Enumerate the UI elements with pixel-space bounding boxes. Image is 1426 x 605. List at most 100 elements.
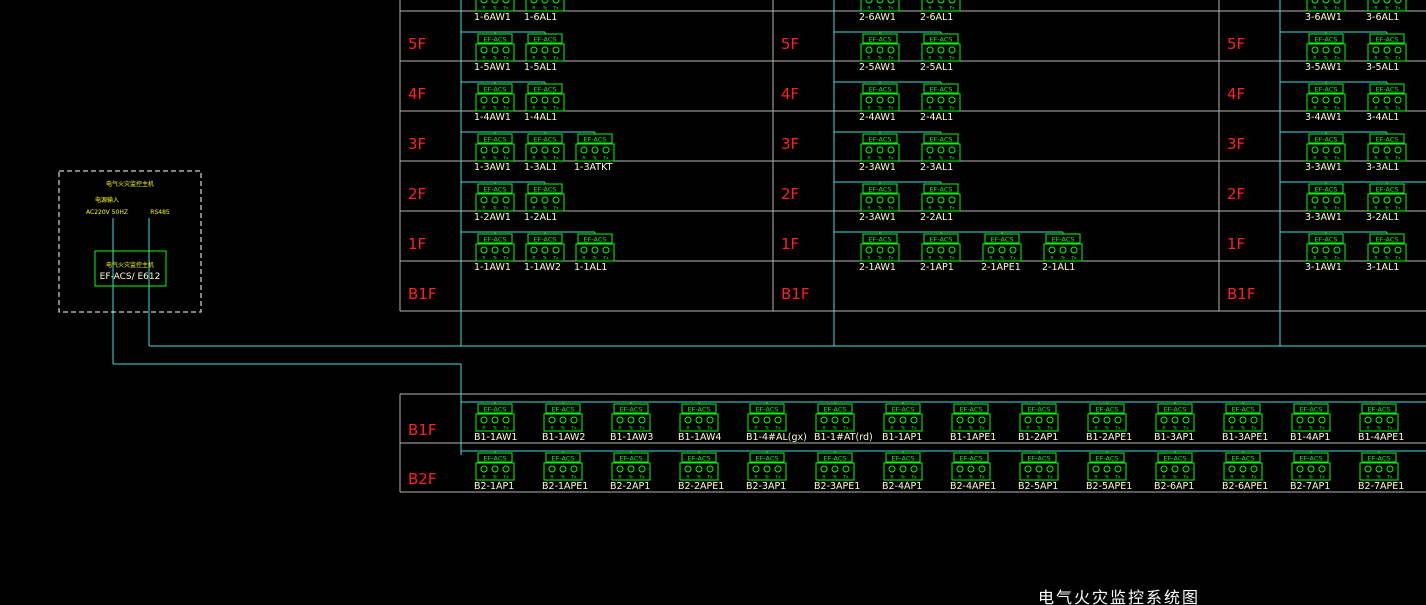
module-label: EF-ACS xyxy=(1375,186,1398,194)
module-pin-label: Tc xyxy=(1036,426,1042,432)
module-pin-label: R xyxy=(1298,426,1301,432)
module-label: EF-ACS xyxy=(1299,455,1322,463)
module-label: EF-ACS xyxy=(619,455,642,463)
module-pin-label: Tx xyxy=(1070,256,1077,262)
module-pin-label: Tx xyxy=(910,426,917,432)
module-pin-label: Tx xyxy=(887,156,894,162)
module-label: EF-ACS xyxy=(1314,36,1337,44)
module-pin-label: Tc xyxy=(938,56,944,62)
node-label: 2-6AW1 xyxy=(859,12,896,23)
module-label: EF-ACS xyxy=(929,136,952,144)
module-pin-label: Tx xyxy=(552,56,559,62)
module-pin-label: Tx xyxy=(1318,475,1325,481)
module-label: EF-ACS xyxy=(1163,406,1186,414)
module-pin-label: R xyxy=(1313,156,1316,162)
node-label: 1-6AL1 xyxy=(524,12,557,23)
node-label: B2-4APE1 xyxy=(950,481,996,492)
module-pin-label: Tx xyxy=(1333,56,1340,62)
node-label: 2-3AL1 xyxy=(920,162,953,173)
node-label: 3-6AW1 xyxy=(1305,12,1342,23)
module-pin-label: Tc xyxy=(492,256,498,262)
module-pin-label: Tx xyxy=(1250,426,1257,432)
node-label: B1-1AW3 xyxy=(610,432,653,443)
module-pin-label: Tx xyxy=(502,256,509,262)
module-label: EF-ACS xyxy=(1375,236,1398,244)
module-pin-label: Tx xyxy=(774,426,781,432)
module-pin-label: R xyxy=(532,206,535,212)
node-label: B1-4AP1 xyxy=(1290,432,1330,443)
module-pin-label: R xyxy=(1094,475,1097,481)
host-bus-label: RS485 xyxy=(150,209,170,216)
node-label: 2-1APE1 xyxy=(981,262,1021,273)
module-pin-label: Tx xyxy=(638,426,645,432)
node-label: B2-7APE1 xyxy=(1358,481,1404,492)
module-pin-label: R xyxy=(890,426,893,432)
module-pin-label: Tc xyxy=(900,426,906,432)
module-pin-label: Tx xyxy=(910,475,917,481)
module-pin-label: R xyxy=(1366,475,1369,481)
module-pin-label: Tc xyxy=(764,426,770,432)
module-pin-label: Tx xyxy=(552,256,559,262)
module-pin-label: Tc xyxy=(542,56,548,62)
module-pin-label: R xyxy=(1230,426,1233,432)
floor-label: 6F xyxy=(781,0,799,3)
module-pin-label: R xyxy=(1298,475,1301,481)
floor-label: 5F xyxy=(1227,35,1245,53)
node-label: 1-2AL1 xyxy=(524,212,557,223)
module-pin-label: Tx xyxy=(638,475,645,481)
node-label: 3-5AL1 xyxy=(1366,62,1399,73)
module-pin-label: R xyxy=(1094,426,1097,432)
floor-label: 1F xyxy=(1227,235,1245,253)
module-label: EF-ACS xyxy=(1299,406,1322,414)
module-pin-label: R xyxy=(928,156,931,162)
module-pin-label: R xyxy=(1374,56,1377,62)
module-label: EF-ACS xyxy=(868,236,891,244)
module-pin-label: Tc xyxy=(1323,156,1329,162)
module-pin-label: R xyxy=(928,106,931,112)
module-pin-label: Tx xyxy=(1386,475,1393,481)
node-label: 3-2AL1 xyxy=(1366,212,1399,223)
node-label: 1-1AW1 xyxy=(474,262,511,273)
module-pin-label: Tc xyxy=(938,256,944,262)
module-pin-label: R xyxy=(482,56,485,62)
module-label: EF-ACS xyxy=(483,136,506,144)
module-pin-label: Tx xyxy=(502,475,509,481)
node-label: 2-5AW1 xyxy=(859,62,896,73)
floor-label: B1F xyxy=(408,285,436,303)
module-pin-label: Tc xyxy=(968,475,974,481)
module-pin-label: Tx xyxy=(1394,156,1401,162)
module-pin-label: R xyxy=(1374,256,1377,262)
node-label: 1-3AW1 xyxy=(474,162,511,173)
module-pin-label: Tx xyxy=(887,56,894,62)
module-pin-label: Tc xyxy=(1384,156,1390,162)
module-pin-label: Tx xyxy=(706,426,713,432)
floor-label: 3F xyxy=(408,135,426,153)
module-pin-label: Tx xyxy=(552,6,559,12)
node-label: B2-5AP1 xyxy=(1018,481,1058,492)
module-pin-label: R xyxy=(550,426,553,432)
module-pin-label: Tc xyxy=(877,106,883,112)
module-label: EF-ACS xyxy=(551,455,574,463)
module-label: EF-ACS xyxy=(1367,455,1390,463)
module-pin-label: Tx xyxy=(948,6,955,12)
node-label: B2-7AP1 xyxy=(1290,481,1330,492)
module-pin-label: R xyxy=(582,156,585,162)
module-pin-label: Tc xyxy=(877,256,883,262)
node-label: B1-2APE1 xyxy=(1086,432,1132,443)
module-pin-label: Tc xyxy=(877,206,883,212)
module-pin-label: Tc xyxy=(592,256,598,262)
module-label: EF-ACS xyxy=(755,455,778,463)
module-pin-label: Tc xyxy=(492,475,498,481)
module-pin-label: Tx xyxy=(948,206,955,212)
module-label: EF-ACS xyxy=(1367,406,1390,414)
floor-label: 4F xyxy=(781,85,799,103)
module-pin-label: Tx xyxy=(570,475,577,481)
module-pin-label: Tx xyxy=(1333,106,1340,112)
node-label: B2-6APE1 xyxy=(1222,481,1268,492)
module-pin-label: Tc xyxy=(560,475,566,481)
module-pin-label: Tx xyxy=(1333,256,1340,262)
module-label: EF-ACS xyxy=(868,186,891,194)
module-label: EF-ACS xyxy=(687,455,710,463)
module-pin-label: Tc xyxy=(1172,475,1178,481)
module-pin-label: R xyxy=(822,426,825,432)
